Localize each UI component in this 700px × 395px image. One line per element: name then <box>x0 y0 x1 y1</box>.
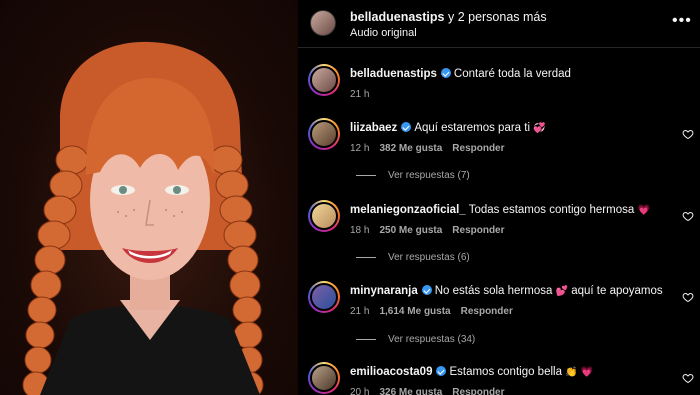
comments-panel: belladuenastips y 2 personas más Audio o… <box>298 0 700 395</box>
comment-time: 21 h <box>350 306 370 317</box>
like-heart-icon[interactable] <box>682 210 694 222</box>
comment-text: Estamos contigo bella <box>449 366 562 378</box>
comment-text: Aquí estaremos para ti <box>414 122 531 134</box>
like-heart-icon[interactable] <box>682 372 694 384</box>
comment-avatar[interactable] <box>308 281 340 313</box>
clap-emoji: 👏 <box>565 367 578 378</box>
reply-button[interactable]: Responder <box>452 225 504 236</box>
verified-badge-icon <box>421 285 432 295</box>
video-frame[interactable] <box>0 0 298 395</box>
heart-emoji: 💞 <box>533 123 546 134</box>
hearts-emoji: 💕 <box>555 286 569 297</box>
reply-button[interactable]: Responder <box>461 306 513 317</box>
comment-likes[interactable]: 326 Me gusta <box>379 387 442 395</box>
post-header: belladuenastips y 2 personas más Audio o… <box>298 0 700 48</box>
author-avatar[interactable] <box>310 10 336 36</box>
comment-text: No estás sola hermosa <box>434 285 553 297</box>
caption-text: Contaré toda la verdad <box>453 68 571 80</box>
comment-time: 12 h <box>350 143 370 154</box>
reply-button[interactable]: Responder <box>452 143 504 154</box>
heart-emoji: 💗 <box>637 205 650 216</box>
comment-time: 20 h <box>350 387 370 395</box>
post-authors[interactable]: belladuenastips y 2 personas más <box>350 10 547 24</box>
comment-likes[interactable]: 250 Me gusta <box>379 225 442 236</box>
more-options-icon[interactable]: ••• <box>672 12 692 30</box>
verified-badge-icon <box>401 122 412 132</box>
comment-text: Todas estamos contigo hermosa <box>468 204 635 216</box>
comment-username[interactable]: melaniegonzaoficial_ <box>350 204 466 216</box>
comment-username[interactable]: minynaranja <box>350 285 418 297</box>
comment-avatar[interactable] <box>308 200 340 232</box>
video-image <box>22 41 264 395</box>
comment-avatar[interactable] <box>308 362 340 394</box>
caption-avatar[interactable] <box>308 64 340 96</box>
comment-username[interactable]: emilioacosta09 <box>350 366 432 378</box>
verified-badge-icon <box>440 68 451 78</box>
comment-avatar[interactable] <box>308 118 340 150</box>
comment-time: 18 h <box>350 225 370 236</box>
heart-emoji: 💗 <box>580 367 594 378</box>
comment-username[interactable]: liizabaez <box>350 122 397 134</box>
comment-text-continued: aquí te apoyamos <box>571 285 663 297</box>
comment-likes[interactable]: 382 Me gusta <box>379 143 442 154</box>
audio-link[interactable]: Audio original <box>350 27 417 39</box>
verified-badge-icon <box>436 366 447 376</box>
like-heart-icon[interactable] <box>682 291 694 303</box>
view-replies-button[interactable]: Ver respuestas (7) <box>356 170 470 181</box>
reply-button[interactable]: Responder <box>452 387 504 395</box>
caption-username[interactable]: belladuenastips <box>350 68 437 80</box>
view-replies-button[interactable]: Ver respuestas (6) <box>356 252 470 263</box>
caption-time: 21 h <box>350 89 370 100</box>
like-heart-icon[interactable] <box>682 128 694 140</box>
comment-likes[interactable]: 1,614 Me gusta <box>379 306 450 317</box>
view-replies-button[interactable]: Ver respuestas (34) <box>356 334 475 345</box>
